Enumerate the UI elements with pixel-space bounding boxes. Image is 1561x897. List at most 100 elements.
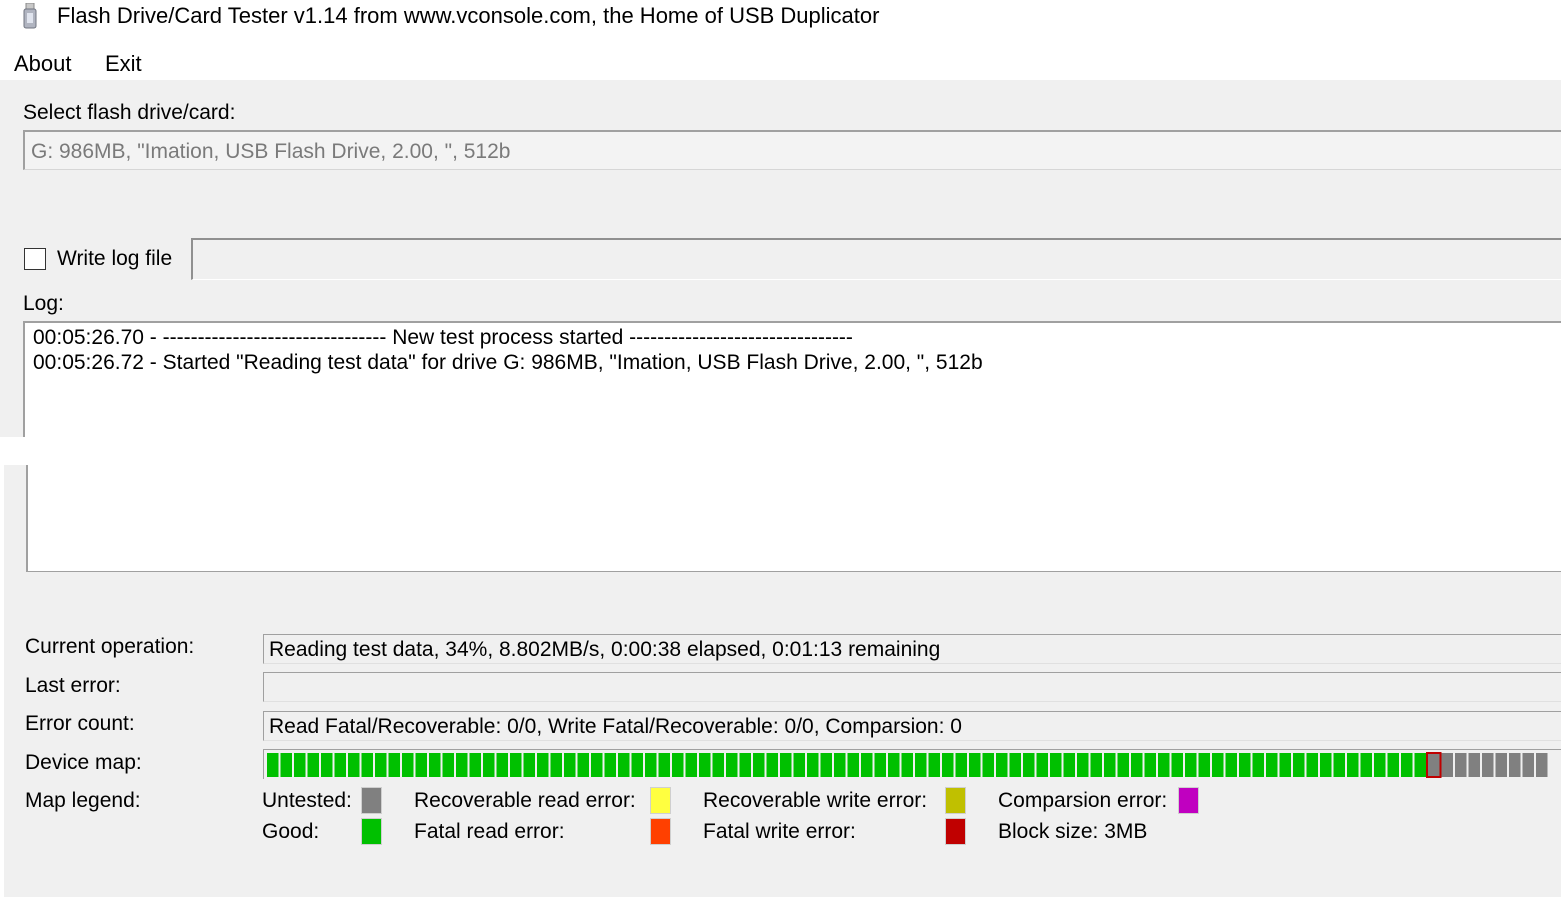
map-block-good — [1212, 753, 1224, 777]
map-block-good — [1131, 753, 1143, 777]
legend-fatal-write-label: Fatal write error: — [703, 820, 856, 843]
map-block-good — [1063, 753, 1075, 777]
log-textarea-continued[interactable] — [26, 465, 1561, 572]
legend-comparison-swatch — [1178, 787, 1199, 814]
legend-untested-label: Untested: — [262, 789, 352, 812]
map-block-good — [861, 753, 873, 777]
map-block-good — [375, 753, 387, 777]
map-block-good — [631, 753, 643, 777]
map-block-good — [348, 753, 360, 777]
device-map-label: Device map: — [25, 751, 142, 774]
map-block-good — [483, 753, 495, 777]
map-block-good — [847, 753, 859, 777]
error-count-label: Error count: — [25, 712, 135, 735]
legend-recoverable-read-label: Recoverable read error: — [414, 789, 636, 812]
device-map-blocks — [267, 752, 1548, 778]
map-block-good — [942, 753, 954, 777]
map-block-good — [1050, 753, 1062, 777]
map-block-good — [888, 753, 900, 777]
block-size-label: Block size: 3MB — [998, 820, 1148, 843]
map-block-good — [1266, 753, 1278, 777]
map-block-good — [834, 753, 846, 777]
menu-about[interactable]: About — [14, 51, 72, 77]
error-count-value: Read Fatal/Recoverable: 0/0, Write Fatal… — [269, 715, 962, 738]
map-block-good — [739, 753, 751, 777]
map-block-good — [280, 753, 292, 777]
map-block-good — [1198, 753, 1210, 777]
map-block-good — [577, 753, 589, 777]
map-block-good — [1401, 753, 1413, 777]
menu-exit[interactable]: Exit — [105, 51, 142, 77]
map-block-good — [429, 753, 441, 777]
map-block-good — [1171, 753, 1183, 777]
map-block-good — [928, 753, 940, 777]
log-label: Log: — [23, 292, 64, 315]
write-log-label[interactable]: Write log file — [57, 247, 172, 271]
legend-recoverable-read-swatch — [650, 787, 671, 814]
map-block-good — [685, 753, 697, 777]
map-block-good — [523, 753, 535, 777]
map-block-good — [780, 753, 792, 777]
window-title: Flash Drive/Card Tester v1.14 from www.v… — [57, 3, 880, 28]
current-operation-field: Reading test data, 34%, 8.802MB/s, 0:00:… — [263, 634, 1561, 664]
map-block-good — [955, 753, 967, 777]
map-block-good — [996, 753, 1008, 777]
map-block-good — [321, 753, 333, 777]
map-block-good — [1090, 753, 1102, 777]
map-block-good — [1104, 753, 1116, 777]
map-block-untested — [1468, 753, 1480, 777]
map-block-good — [307, 753, 319, 777]
usb-drive-icon — [23, 3, 37, 29]
write-log-checkbox[interactable] — [24, 248, 46, 270]
legend-good-swatch — [361, 818, 382, 845]
legend-fatal-read-swatch — [650, 818, 671, 845]
log-textarea[interactable]: 00:05:26.70 - --------------------------… — [23, 321, 1561, 437]
map-block-good — [901, 753, 913, 777]
map-block-good — [537, 753, 549, 777]
map-block-good — [1306, 753, 1318, 777]
drive-select[interactable]: G: 986MB, "Imation, USB Flash Drive, 2.0… — [23, 130, 1561, 170]
map-block-good — [469, 753, 481, 777]
map-block-good — [1374, 753, 1386, 777]
map-block-good — [1320, 753, 1332, 777]
map-block-untested — [1495, 753, 1507, 777]
legend-untested-swatch — [361, 787, 382, 814]
last-error-field — [263, 672, 1561, 702]
map-block-good — [564, 753, 576, 777]
map-block-good — [699, 753, 711, 777]
drive-select-label: Select flash drive/card: — [23, 101, 236, 124]
map-block-good — [1360, 753, 1372, 777]
map-block-good — [1036, 753, 1048, 777]
map-block-good — [267, 753, 279, 777]
last-error-label: Last error: — [25, 674, 121, 697]
map-block-good — [1225, 753, 1237, 777]
map-block-good — [645, 753, 657, 777]
map-block-good — [1144, 753, 1156, 777]
map-block-good — [496, 753, 508, 777]
current-operation-label: Current operation: — [25, 635, 195, 658]
map-block-good — [361, 753, 373, 777]
map-block-untested — [1482, 753, 1494, 777]
map-block-good — [766, 753, 778, 777]
map-block-good — [510, 753, 522, 777]
map-block-good — [807, 753, 819, 777]
map-block-untested — [1536, 753, 1548, 777]
map-block-good — [1077, 753, 1089, 777]
menu-bar: About Exit — [0, 48, 1561, 80]
map-block-good — [712, 753, 724, 777]
map-block-good — [618, 753, 630, 777]
map-block-good — [1239, 753, 1251, 777]
map-block-good — [1293, 753, 1305, 777]
drive-select-value: G: 986MB, "Imation, USB Flash Drive, 2.0… — [31, 140, 511, 163]
log-file-path-input[interactable] — [191, 238, 1561, 280]
map-block-good — [820, 753, 832, 777]
map-block-good — [915, 753, 927, 777]
map-block-good — [402, 753, 414, 777]
map-block-good — [1252, 753, 1264, 777]
map-block-untested — [1455, 753, 1467, 777]
map-block-untested — [1509, 753, 1521, 777]
legend-fatal-read-label: Fatal read error: — [414, 820, 565, 843]
map-block-good — [1023, 753, 1035, 777]
map-block-good — [591, 753, 603, 777]
map-block-good — [442, 753, 454, 777]
